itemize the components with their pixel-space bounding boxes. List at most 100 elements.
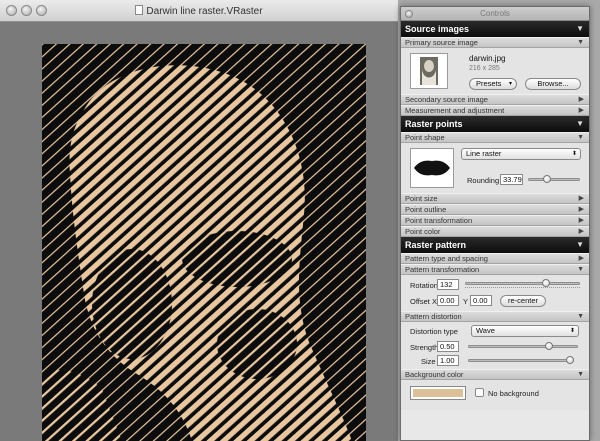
- point-outline-label: Point outline: [405, 205, 447, 214]
- subsection-secondary-source[interactable]: Secondary source image ▶: [401, 94, 589, 105]
- background-color-well[interactable]: [410, 386, 466, 400]
- close-panel-button[interactable]: [405, 10, 413, 18]
- subsection-point-transformation[interactable]: Point transformation ▶: [401, 215, 589, 226]
- expand-triangle-icon[interactable]: ▶: [579, 227, 584, 237]
- distortion-type-select[interactable]: Wave ⬍: [471, 325, 579, 337]
- canvas-area[interactable]: [0, 22, 398, 441]
- browse-button[interactable]: Browse...: [525, 78, 581, 90]
- pattern-distortion-label: Pattern distortion: [405, 312, 462, 321]
- size-field[interactable]: 1.00: [437, 355, 459, 366]
- subsection-point-size[interactable]: Point size ▶: [401, 193, 589, 204]
- line-shape-icon: [414, 160, 450, 176]
- size-label: Size: [421, 357, 436, 366]
- window-title-text: Darwin line raster.VRaster: [146, 6, 263, 17]
- secondary-source-label: Secondary source image: [405, 95, 488, 104]
- strength-label: Strength: [410, 343, 439, 352]
- controls-title: Controls: [480, 9, 510, 18]
- collapse-triangle-icon[interactable]: ▼: [577, 370, 584, 380]
- no-background-label: No background: [488, 389, 539, 398]
- collapse-triangle-icon[interactable]: ▼: [576, 237, 584, 253]
- expand-triangle-icon[interactable]: ▶: [579, 254, 584, 264]
- expand-triangle-icon[interactable]: ▶: [579, 216, 584, 226]
- line-raster-canvas[interactable]: [42, 44, 366, 441]
- expand-triangle-icon[interactable]: ▶: [579, 205, 584, 215]
- darwin-photo-icon: [411, 54, 447, 88]
- size-slider-track[interactable]: [468, 359, 574, 362]
- offset-y-field[interactable]: 0.00: [470, 295, 492, 306]
- rounding-label: Rounding: [467, 176, 500, 185]
- subsection-background-color[interactable]: Background color ▼: [401, 369, 589, 380]
- recenter-label: re-center: [507, 296, 538, 305]
- collapse-triangle-icon[interactable]: ▼: [576, 21, 584, 37]
- document-icon: [135, 5, 144, 15]
- point-color-label: Point color: [405, 227, 441, 236]
- subsection-point-color[interactable]: Point color ▶: [401, 226, 589, 237]
- rounding-field[interactable]: 33.79: [500, 174, 523, 185]
- measurement-label: Measurement and adjustment: [405, 106, 505, 115]
- strength-value: 0.50: [440, 342, 455, 351]
- offset-y-label: Y: [463, 297, 469, 306]
- controls-titlebar: Controls: [401, 7, 589, 21]
- distortion-type-value: Wave: [476, 326, 495, 335]
- rotation-field[interactable]: 132: [437, 279, 459, 290]
- pattern-transformation-body: Rotation 132 Offset X 0.00 Y 0.00 re-cen…: [401, 275, 589, 311]
- size-value: 1.00: [440, 356, 455, 365]
- offset-x-field[interactable]: 0.00: [437, 295, 459, 306]
- collapse-triangle-icon[interactable]: ▼: [577, 312, 584, 322]
- select-arrows-icon: ⬍: [571, 151, 577, 157]
- no-background-checkbox[interactable]: [475, 388, 484, 397]
- rotation-slider-track[interactable]: [465, 282, 580, 285]
- document-window: Darwin line raster.VRaster: [0, 0, 398, 441]
- subsection-pattern-type[interactable]: Pattern type and spacing ▶: [401, 253, 589, 264]
- presets-label: Presets: [476, 79, 502, 88]
- subsection-measurement[interactable]: Measurement and adjustment ▶: [401, 105, 589, 116]
- rounding-slider-track[interactable]: [528, 178, 580, 181]
- collapse-triangle-icon[interactable]: ▼: [577, 133, 584, 143]
- rotation-value: 132: [440, 280, 453, 289]
- section-raster-points[interactable]: Raster points ▼: [401, 116, 589, 132]
- document-titlebar: Darwin line raster.VRaster: [0, 0, 398, 22]
- strength-field[interactable]: 0.50: [437, 341, 459, 352]
- rounding-slider-knob[interactable]: [542, 175, 551, 183]
- controls-panel: Controls Source images ▼ Primary source …: [400, 6, 590, 441]
- source-file-name: darwin.jpg: [469, 54, 506, 63]
- pattern-type-label: Pattern type and spacing: [405, 254, 488, 263]
- offset-x-label: Offset X: [410, 297, 437, 306]
- select-arrows-icon: ⬍: [569, 328, 575, 334]
- section-raster-pattern[interactable]: Raster pattern ▼: [401, 237, 589, 253]
- subsection-point-outline[interactable]: Point outline ▶: [401, 204, 589, 215]
- point-shape-select[interactable]: Line raster ⬍: [461, 148, 581, 160]
- source-file-dimensions: 216 x 285: [469, 65, 500, 72]
- strength-slider-track[interactable]: [468, 345, 578, 348]
- point-transformation-label: Point transformation: [405, 216, 473, 225]
- point-size-label: Point size: [405, 194, 438, 203]
- point-shape-body: Line raster ⬍ Rounding 33.79: [401, 143, 589, 193]
- expand-triangle-icon[interactable]: ▶: [579, 194, 584, 204]
- subsection-pattern-distortion[interactable]: Pattern distortion ▼: [401, 311, 589, 322]
- section-raster-pattern-label: Raster pattern: [405, 240, 467, 250]
- section-raster-points-label: Raster points: [405, 119, 463, 129]
- collapse-triangle-icon[interactable]: ▼: [577, 38, 584, 48]
- source-thumbnail[interactable]: [410, 53, 448, 89]
- subsection-pattern-transformation[interactable]: Pattern transformation ▼: [401, 264, 589, 275]
- rotation-slider-knob[interactable]: [542, 279, 551, 287]
- collapse-triangle-icon[interactable]: ▼: [576, 116, 584, 132]
- recenter-button[interactable]: re-center: [500, 295, 546, 307]
- collapse-triangle-icon[interactable]: ▼: [577, 265, 584, 275]
- point-shape-preview[interactable]: [410, 148, 454, 188]
- strength-slider-knob[interactable]: [544, 342, 553, 350]
- pattern-distortion-body: Distortion type Wave ⬍ Strength 0.50 Siz…: [401, 322, 589, 369]
- section-source-images[interactable]: Source images ▼: [401, 21, 589, 37]
- point-shape-label: Point shape: [405, 133, 445, 142]
- primary-source-label: Primary source image: [405, 38, 478, 47]
- subsection-point-shape[interactable]: Point shape ▼: [401, 132, 589, 143]
- section-source-images-label: Source images: [405, 24, 470, 34]
- rotation-ticks: [465, 285, 580, 288]
- point-shape-select-value: Line raster: [466, 149, 502, 158]
- presets-popup[interactable]: Presets ▾: [469, 78, 517, 90]
- browse-label: Browse...: [537, 79, 569, 88]
- expand-triangle-icon[interactable]: ▶: [579, 95, 584, 105]
- expand-triangle-icon[interactable]: ▶: [579, 106, 584, 116]
- subsection-primary-source[interactable]: Primary source image ▼: [401, 37, 589, 48]
- size-slider-knob[interactable]: [566, 356, 574, 364]
